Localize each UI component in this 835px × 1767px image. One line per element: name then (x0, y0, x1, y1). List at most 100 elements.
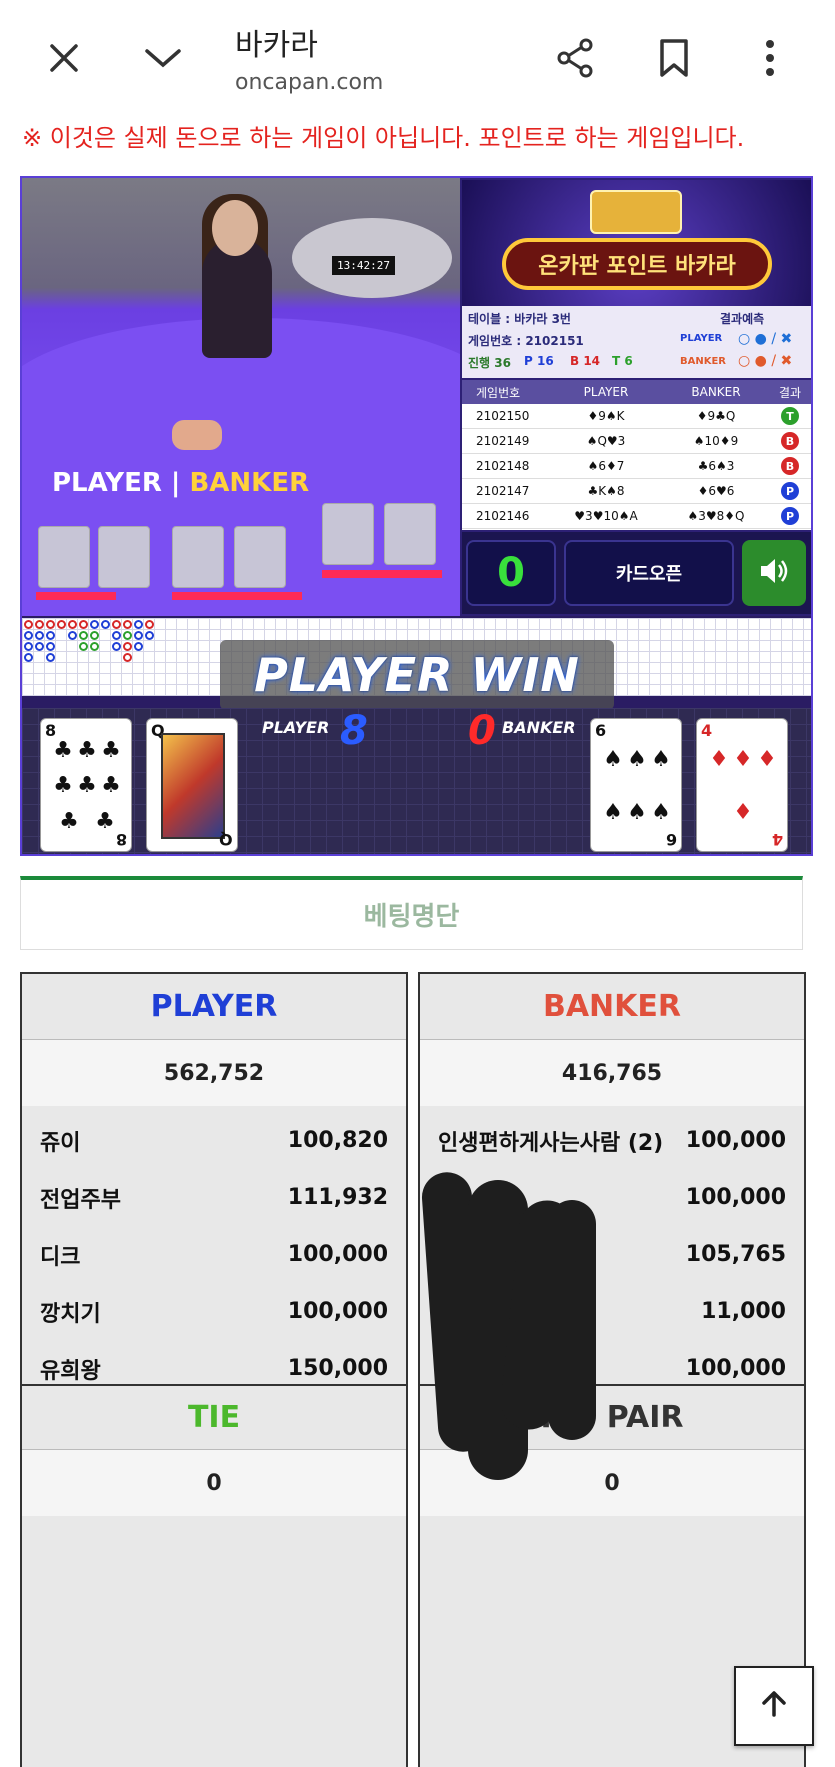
player-bets-total: 562,752 (22, 1040, 406, 1106)
history-player-cards: ♦9♠K (587, 409, 625, 423)
history-header: 게임번호 PLAYER BANKER 결과 (462, 380, 811, 404)
browser-toolbar: 바카라 oncapan.com (0, 0, 835, 114)
history-result-badge: T (781, 407, 799, 425)
bet-amount: 100,000 (685, 1356, 786, 1381)
game-side-panel: 온카판 포인트 바카라 테이블 : 바카라 3번 결과예측 게임번호 : 210… (460, 178, 811, 616)
card-open-button[interactable]: 카드오픈 (564, 540, 734, 606)
card-pip: ♣ (59, 808, 79, 834)
sound-toggle-button[interactable] (742, 540, 806, 606)
card-pip: ♦ (709, 747, 729, 772)
road-marker (145, 631, 154, 640)
history-player-cards: ♠Q♥3 (586, 434, 626, 448)
player-count: P 16 (524, 354, 554, 368)
bettor-name: 디크 (40, 1244, 81, 1270)
arrow-up-icon (759, 1689, 789, 1723)
card-result-area: 8 ♣ ♣ ♣ ♣ ♣ ♣ ♣ ♣ 8 Q Q PLAYER 8 0 BANKER 6 ♠ ♠ ♠ ♠ ♠ ♠ 6 4… (22, 708, 811, 854)
banker-bets-total: 416,765 (420, 1040, 804, 1106)
predict-label: 결과예측 (720, 312, 765, 326)
bookmark-icon[interactable] (646, 30, 702, 86)
game-number: 게임번호 : 2102151 (468, 334, 584, 348)
playing-card: 4 ♦ ♦ ♦ ♦ 4 (696, 718, 788, 852)
road-marker (112, 642, 121, 651)
road-marker (24, 653, 33, 662)
history-game-no: 2102149 (476, 434, 530, 448)
road-marker (46, 642, 55, 651)
history-banker-cards: ♦6♥6 (697, 484, 735, 498)
redaction-mark (548, 1200, 596, 1440)
win-banner: PLAYER WIN (220, 640, 614, 710)
player-bets-header: PLAYER (22, 974, 406, 1040)
bet-amount: 100,820 (287, 1128, 388, 1153)
history-header-banker: BANKER (691, 385, 741, 399)
road-marker (112, 631, 121, 640)
face-card-art (161, 733, 225, 839)
card-pip: ♣ (101, 773, 121, 799)
card-rank-bottom: 8 (115, 830, 127, 849)
card-pip: ♣ (53, 773, 73, 799)
banker-score: 0 (468, 708, 496, 754)
road-marker (24, 620, 33, 629)
progress-count: 진행 36 (468, 356, 511, 370)
road-marker (101, 620, 110, 629)
card-rank-bottom: Q (219, 830, 233, 849)
table-card (172, 526, 224, 588)
video-clock: 13:42:27 (332, 256, 395, 275)
history-player-cards: ♠6♦7 (587, 459, 625, 473)
road-marker (79, 620, 88, 629)
road-marker (123, 620, 132, 629)
scroll-to-top-button[interactable] (734, 1666, 814, 1746)
tie-bets-total: 0 (22, 1450, 406, 1516)
card-pip: ♠ (627, 800, 647, 825)
chevron-down-icon[interactable] (135, 30, 191, 86)
game-banner: 온카판 포인트 바카라 (462, 180, 811, 306)
card-pip: ♦ (757, 747, 777, 772)
road-marker (123, 631, 132, 640)
card-pip: ♠ (651, 747, 671, 772)
card-light (36, 592, 116, 600)
road-marker (35, 642, 44, 651)
card-pip: ♣ (77, 738, 97, 764)
history-row: 2102147 ♣K♠8 ♦6♥6 P (462, 479, 811, 504)
road-marker (90, 631, 99, 640)
road-marker (46, 653, 55, 662)
road-marker (134, 631, 143, 640)
card-pip: ♦ (733, 747, 753, 772)
road-marker (134, 642, 143, 651)
card-pip: ♣ (77, 773, 97, 799)
history-row: 2102150 ♦9♠K ♦9♣Q T (462, 404, 811, 429)
share-icon[interactable] (548, 30, 604, 86)
road-marker (123, 653, 132, 662)
bet-amount: 100,000 (685, 1185, 786, 1210)
predict-player-label: PLAYER (680, 333, 723, 344)
card-pip: ♣ (95, 808, 115, 834)
card-pips: ♣ ♣ ♣ ♣ ♣ ♣ ♣ ♣ (51, 733, 123, 839)
more-options-icon[interactable] (742, 30, 798, 86)
road-marker (90, 642, 99, 651)
bettor-name: 유희왕 (40, 1358, 101, 1384)
history-game-no: 2102148 (476, 459, 530, 473)
card-pip: ♠ (651, 800, 671, 825)
tie-bets-header: TIE (22, 1384, 406, 1450)
history-game-no: 2102150 (476, 409, 530, 423)
predict-banker-icons[interactable]: ○ ● / ✖ (738, 353, 792, 369)
history-result-badge: P (781, 507, 799, 525)
bet-entry: 깡치기 100,000 (22, 1283, 406, 1340)
table-card (322, 503, 374, 565)
live-video-feed: 13:42:27 PLAYER | BANKER (22, 178, 460, 616)
close-icon[interactable] (36, 30, 92, 86)
road-marker (24, 631, 33, 640)
dealer-head (212, 200, 258, 256)
card-pip: ♠ (603, 800, 623, 825)
history-game-no: 2102146 (476, 509, 530, 523)
banker-bets-header: BANKER (420, 974, 804, 1040)
game-history-table: 게임번호 PLAYER BANKER 결과 2102150 ♦9♠K ♦9♣Q T 21… (462, 380, 811, 530)
bet-amount: 150,000 (287, 1356, 388, 1381)
road-marker (68, 620, 77, 629)
table-card (98, 526, 150, 588)
history-player-cards: ♣K♠8 (587, 484, 625, 498)
bet-amount: 111,932 (287, 1185, 388, 1210)
bet-entry: 쥬이 100,820 (22, 1112, 406, 1169)
bet-amount: 100,000 (287, 1299, 388, 1324)
banker-count: B 14 (570, 354, 601, 368)
predict-player-icons[interactable]: ○ ● / ✖ (738, 331, 792, 347)
